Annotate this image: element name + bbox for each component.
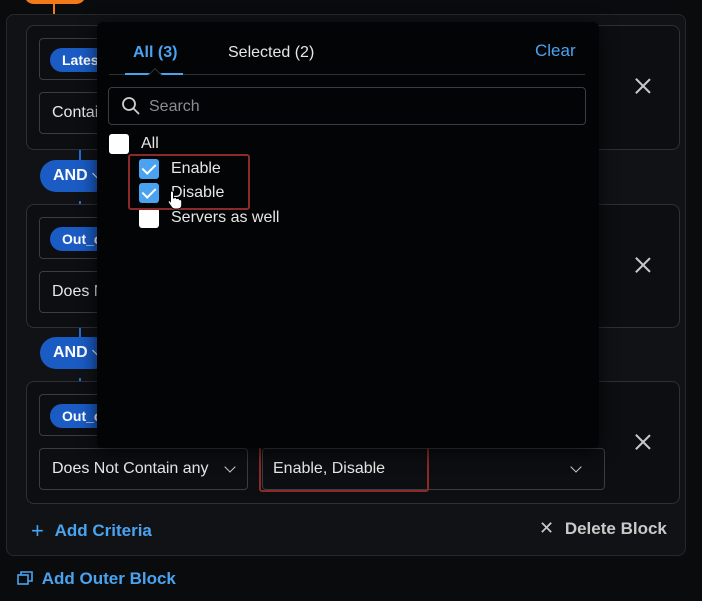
copy-block-icon [17, 571, 33, 585]
highlight-frame [259, 446, 429, 492]
add-outer-block-label: Add Outer Block [41, 569, 176, 588]
hand-cursor-icon [167, 190, 183, 210]
delete-block-button[interactable]: ✕ Delete Block [539, 518, 667, 539]
search-input[interactable]: Search [108, 87, 586, 125]
option-label: All [141, 135, 159, 152]
add-criteria-button[interactable]: + Add Criteria [31, 516, 152, 543]
remove-criteria-icon[interactable] [635, 257, 651, 273]
operator-value: Does Not Contain any [52, 460, 209, 477]
checkbox[interactable] [109, 134, 129, 154]
search-placeholder: Search [149, 98, 200, 115]
remove-criteria-icon[interactable] [635, 434, 651, 450]
chevron-down-icon [570, 461, 582, 473]
tab-selected[interactable]: Selected (2) [228, 44, 314, 62]
tab-notch [147, 67, 163, 83]
multiselect-dropdown-panel: All (3) Selected (2) Clear Search All En… [97, 22, 599, 448]
option-label: Servers as well [171, 209, 280, 226]
delete-block-label: Delete Block [564, 519, 667, 538]
close-icon: ✕ [539, 518, 555, 538]
remove-criteria-icon[interactable] [635, 78, 651, 94]
and-label: AND [53, 167, 88, 184]
highlight-frame [128, 154, 250, 210]
group-header-pill[interactable] [24, 0, 86, 4]
plus-icon: + [31, 518, 44, 543]
search-icon [122, 97, 140, 115]
add-criteria-label: Add Criteria [54, 521, 152, 540]
and-label: AND [53, 344, 88, 361]
chevron-down-icon [224, 461, 236, 473]
add-outer-block-button[interactable]: Add Outer Block [17, 569, 176, 589]
tab-all[interactable]: All (3) [133, 44, 177, 62]
operator-dropdown[interactable]: Does Not Contain any [39, 448, 248, 490]
connector-line [53, 4, 55, 14]
checkbox[interactable] [139, 208, 159, 228]
clear-button[interactable]: Clear [535, 41, 576, 61]
